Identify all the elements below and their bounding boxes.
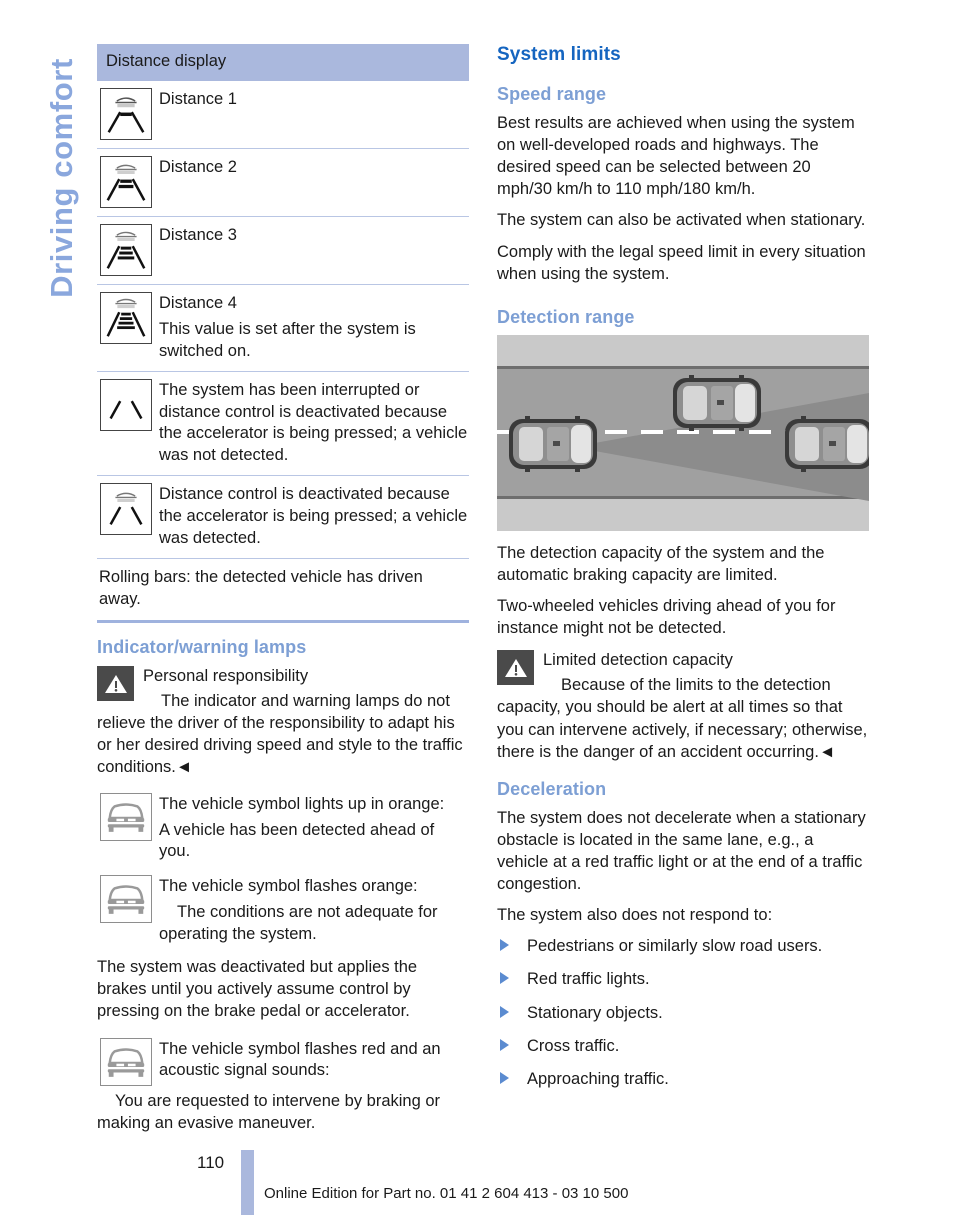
detection-range-diagram — [497, 334, 869, 531]
table-cell-text: Distance 3 — [159, 224, 469, 247]
row-line: The conditions are not adequate for oper… — [159, 903, 438, 944]
row-line: The vehicle symbol lights up in orange: — [159, 794, 445, 813]
system-interrupted-icon — [97, 378, 159, 431]
chapter-tab-label: Driving comfort — [44, 58, 79, 298]
list-item: Approaching traffic. — [497, 1068, 869, 1101]
table-cell-text: The vehicle symbol flashes orange: The c… — [159, 875, 469, 946]
table-cell-text: Distance 4 This value is set after the s… — [159, 292, 469, 363]
warning-text: The indicator and warning lamps do not r… — [97, 692, 463, 777]
table-row: Distance control is deactivated because … — [97, 476, 469, 560]
list-item: Pedestrians or similarly slow road users… — [497, 935, 869, 968]
row-line: Distance control is deactivated because … — [159, 485, 468, 548]
list-item: Red traffic lights. — [497, 968, 869, 1001]
list-item: Cross traffic. — [497, 1035, 869, 1068]
row-line: Distance 1 — [159, 89, 237, 108]
table-cell-text: Distance control is deactivated because … — [159, 483, 469, 550]
deceleration-paragraph: The system also does not respond to: — [497, 906, 773, 925]
table-row: Distance 4 This value is set after the s… — [97, 285, 469, 372]
lead-car — [673, 374, 761, 431]
footer-accent-bar — [241, 1150, 254, 1215]
list-item-label: Pedestrians or similarly slow road users… — [527, 937, 823, 956]
distance-2-icon — [97, 155, 159, 208]
table-row: Distance 2 — [97, 149, 469, 217]
table-row: The vehicle symbol flashes orange: The c… — [97, 869, 469, 952]
manual-page: Driving comfort Distance display Distanc… — [0, 0, 954, 1215]
distance-3-icon — [97, 223, 159, 276]
table-row: Distance 1 — [97, 81, 469, 149]
table-cell-text: Distance 2 — [159, 156, 469, 179]
table-row: The vehicle symbol flashes red and an ac… — [97, 1032, 469, 1086]
table-header: Distance display — [97, 44, 469, 81]
list-item-label: Approaching traffic. — [527, 1069, 669, 1088]
table-end-rule — [97, 620, 469, 624]
triangle-bullet-icon — [500, 972, 509, 985]
triangle-bullet-icon — [500, 939, 509, 952]
heading-deceleration: Deceleration — [497, 778, 607, 799]
warning-text: Because of the limits to the detection c… — [497, 676, 868, 761]
page-number: 110 — [197, 1153, 225, 1172]
distance-display-table: Distance display Distance 1 Distance 2 D… — [97, 44, 469, 624]
deceleration-list: Pedestrians or similarly slow road users… — [497, 935, 869, 1101]
row-line: The vehicle symbol flashes orange: — [159, 877, 418, 896]
footer-edition-text: Online Edition for Part no. 01 41 2 604 … — [264, 1185, 629, 1202]
speed-range-paragraph: Best results are achieved when using the… — [497, 114, 855, 199]
intervene-paragraph: You are requested to intervene by brakin… — [97, 1091, 441, 1132]
far-car — [785, 415, 869, 472]
warning-title: Personal responsibility — [143, 667, 309, 686]
warning-triangle-icon — [497, 650, 534, 686]
rolling-bars-note: Rolling bars: the detected vehicle has d… — [99, 568, 423, 609]
warning-block-personal-responsibility: Personal responsibility The indicator an… — [97, 664, 469, 779]
detection-paragraph: Two-wheeled vehicles driving ahead of yo… — [497, 596, 836, 638]
warning-title: Limited detection capacity — [543, 651, 733, 670]
triangle-bullet-icon — [500, 1005, 509, 1018]
vehicle-symbol-icon — [97, 1037, 159, 1086]
row-line: The vehicle symbol flashes red and an ac… — [159, 1039, 441, 1080]
speed-range-paragraph: Comply with the legal speed limit in eve… — [497, 242, 866, 283]
row-line: This value is set after the system is sw… — [159, 319, 416, 360]
distance-4-icon — [97, 291, 159, 344]
table-row: The system has been interrupted or dista… — [97, 372, 469, 477]
table-row: The vehicle symbol lights up in orange: … — [97, 791, 469, 870]
row-line: A vehicle has been detected ahead of you… — [159, 820, 435, 861]
list-item-label: Stationary objects. — [527, 1003, 663, 1022]
row-line: The system has been interrupted or dista… — [159, 380, 468, 465]
list-item-label: Red traffic lights. — [527, 970, 650, 989]
deceleration-paragraph: The system does not decelerate when a st… — [497, 808, 866, 894]
warning-block-limited-detection: Limited detection capacity Because of th… — [497, 648, 869, 763]
table-cell-text: The system has been interrupted or dista… — [159, 379, 469, 468]
table-row: Distance 3 — [97, 217, 469, 285]
list-item: Stationary objects. — [497, 1002, 869, 1035]
list-item-label: Cross traffic. — [527, 1036, 620, 1055]
distance-1-icon — [97, 87, 159, 140]
heading-indicator-warning-lamps: Indicator/warning lamps — [97, 637, 307, 658]
distance-control-deactivated-icon — [97, 483, 159, 536]
table-cell-text: The vehicle symbol lights up in orange: … — [159, 793, 469, 864]
row-line: Distance 4 — [159, 293, 237, 312]
vehicle-symbol-icon — [97, 875, 159, 924]
speed-range-paragraph: The system can also be activated when st… — [497, 211, 866, 230]
row-line: Distance 3 — [159, 225, 237, 244]
right-column: System limits Speed range Best results a… — [497, 44, 869, 1101]
row-line: Distance 2 — [159, 157, 237, 176]
vehicle-symbol-icon — [97, 792, 159, 841]
triangle-bullet-icon — [500, 1071, 509, 1084]
warning-triangle-icon — [97, 666, 134, 702]
detection-paragraph: The detection capacity of the system and… — [497, 543, 825, 584]
triangle-bullet-icon — [500, 1038, 509, 1051]
ego-car — [509, 415, 597, 472]
heading-detection-range: Detection range — [497, 306, 635, 327]
heading-system-limits: System limits — [497, 44, 621, 65]
deactivated-paragraph: The system was deactivated but applies t… — [97, 958, 418, 1021]
table-cell-text: Distance 1 — [159, 88, 469, 111]
heading-speed-range: Speed range — [497, 84, 607, 104]
left-column: Distance display Distance 1 Distance 2 D… — [97, 44, 469, 1134]
page-footer: 110 Online Edition for Part no. 01 41 2 … — [0, 1145, 954, 1215]
table-cell-text: The vehicle symbol flashes red and an ac… — [159, 1038, 469, 1083]
